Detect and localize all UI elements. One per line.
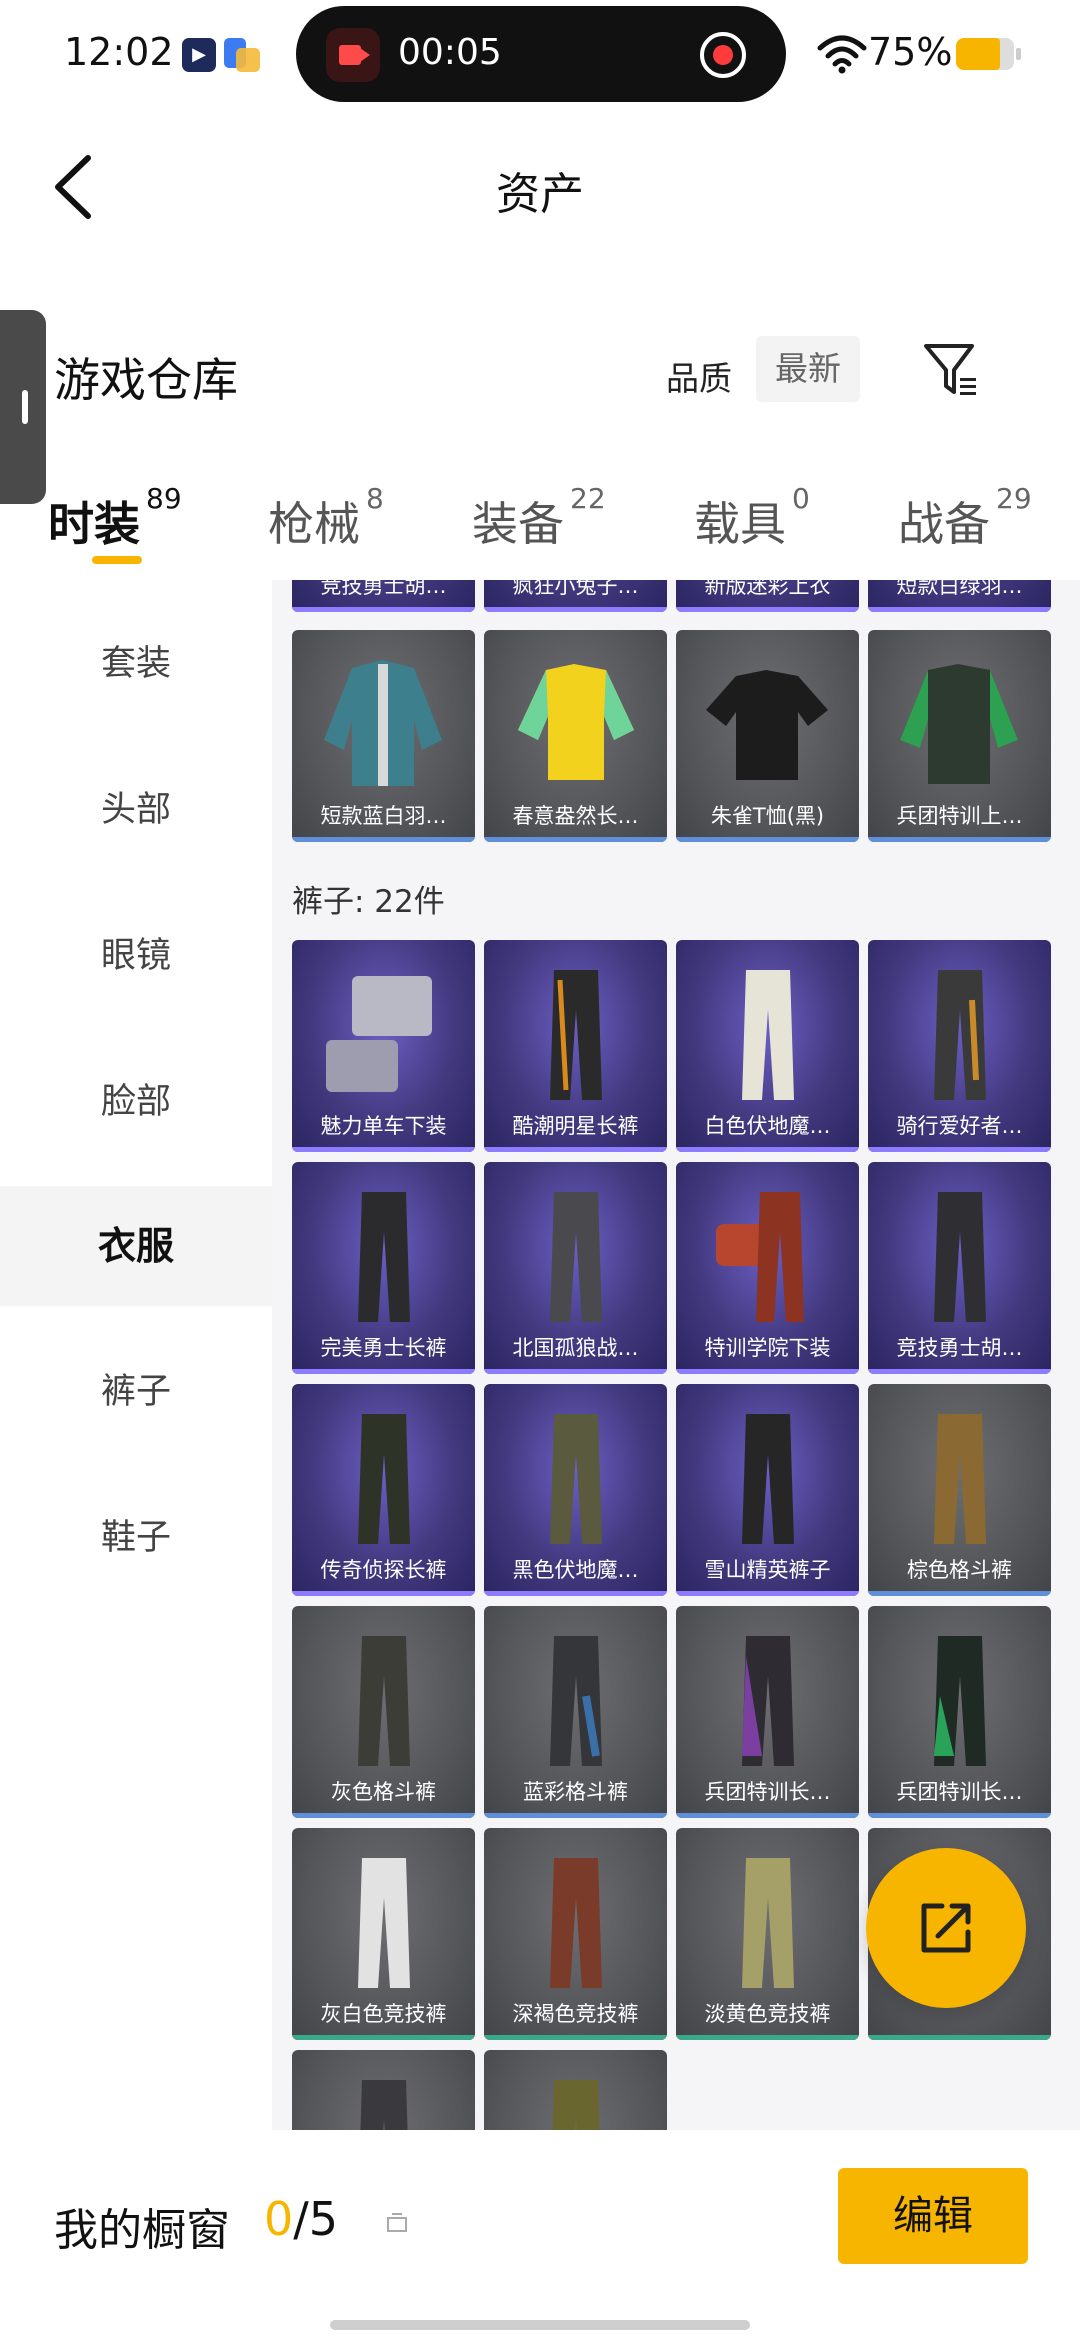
share-icon xyxy=(921,1903,971,1953)
pants-count-heading: 裤子: 22件 xyxy=(292,884,445,920)
item-card[interactable]: 朱雀T恤(黑) xyxy=(676,630,859,842)
item-name: 短款白绿羽… xyxy=(896,580,1023,598)
section-title: 游戏仓库 xyxy=(54,353,238,407)
item-card[interactable]: 深褐色竞技裤 xyxy=(484,1828,667,2040)
video-camera-icon xyxy=(326,28,380,82)
battery-icon xyxy=(956,38,1021,70)
item-card[interactable]: 淡黄色竞技裤 xyxy=(676,1828,859,2040)
showcase-label: 我的橱窗 xyxy=(54,2205,230,2256)
tab-supplies[interactable]: 战备 29 xyxy=(898,482,1032,554)
item-card[interactable]: 魅力单车下装 xyxy=(292,940,475,1152)
category-face[interactable]: 脸部 xyxy=(0,1042,272,1162)
category-pants[interactable]: 裤子 xyxy=(0,1332,272,1452)
item-name: 新版迷彩上衣 xyxy=(704,580,831,598)
info-icon[interactable] xyxy=(386,2212,408,2234)
tab-fashion[interactable]: 时装 89 xyxy=(48,482,182,554)
active-tab-indicator xyxy=(92,556,142,564)
wifi-icon xyxy=(817,35,867,74)
category-shoes[interactable]: 鞋子 xyxy=(0,1478,272,1598)
item-name: 春意盎然长… xyxy=(512,804,639,828)
tab-firearms[interactable]: 枪械 8 xyxy=(268,482,384,554)
item-name: 短款蓝白羽… xyxy=(320,804,447,828)
tab-equipment[interactable]: 装备 22 xyxy=(472,482,606,554)
item-card[interactable]: 新版迷彩上衣 xyxy=(676,580,859,612)
recording-time: 00:05 xyxy=(398,32,502,73)
category-tabs: 时装 89 枪械 8 装备 22 载具 0 战备 29 xyxy=(0,470,1080,580)
files-app-icon xyxy=(224,38,262,72)
battery-percent: 75% xyxy=(868,30,953,74)
item-card[interactable]: 灰色格斗裤 xyxy=(292,1606,475,1818)
status-bar: 12:02 ▶ 00:05 75% xyxy=(0,0,1080,110)
item-card[interactable]: 兵团特训长… xyxy=(868,1606,1051,1818)
quality-sort-button[interactable]: 品质 xyxy=(666,352,732,400)
screen-recording-pill[interactable]: 00:05 xyxy=(296,6,786,102)
item-name: 朱雀T恤(黑) xyxy=(710,804,825,828)
item-card[interactable]: 短款蓝白羽… xyxy=(292,630,475,842)
item-name: 骑行爱好者… xyxy=(896,1114,1023,1138)
item-name: 北国孤狼战… xyxy=(512,1336,639,1360)
item-card[interactable]: 棕色格斗裤 xyxy=(868,1384,1051,1596)
stop-recording-icon[interactable] xyxy=(700,32,746,78)
item-card[interactable]: 完美勇士长裤 xyxy=(292,1162,475,1374)
item-card[interactable]: 疯狂小兔子… xyxy=(484,580,667,612)
item-name: 白色伏地魔… xyxy=(704,1114,831,1138)
item-name: 灰白色竞技裤 xyxy=(320,2002,447,2026)
item-name: 黑色伏地魔… xyxy=(512,1558,639,1582)
showcase-count: 0/5 xyxy=(264,2192,339,2246)
item-card[interactable]: 白色伏地魔… xyxy=(676,940,859,1152)
category-sidebar: 套装 头部 眼镜 脸部 衣服 裤子 鞋子 xyxy=(0,590,272,2130)
item-card[interactable]: 春意盎然长… xyxy=(484,630,667,842)
item-card[interactable]: 兵团特训长… xyxy=(676,1606,859,1818)
item-name: 兵团特训上… xyxy=(896,804,1023,828)
home-indicator[interactable] xyxy=(330,2320,750,2330)
item-name: 兵团特训长… xyxy=(896,1780,1023,1804)
item-card[interactable]: 黑色伏地魔… xyxy=(484,1384,667,1596)
item-name: 酷潮明星长裤 xyxy=(512,1114,639,1138)
item-card[interactable]: 雪山精英裤子 xyxy=(676,1384,859,1596)
item-name: 蓝彩格斗裤 xyxy=(523,1780,628,1804)
item-card[interactable]: 兵团特训上… xyxy=(868,630,1051,842)
item-name: 灰色格斗裤 xyxy=(331,1780,436,1804)
edit-button[interactable]: 编辑 xyxy=(838,2168,1028,2264)
item-card[interactable]: 短款白绿羽… xyxy=(868,580,1051,612)
share-fab[interactable] xyxy=(866,1848,1026,2008)
item-card[interactable]: 酷潮明星长裤 xyxy=(484,940,667,1152)
item-name: 竞技勇士胡… xyxy=(320,580,447,598)
item-card[interactable]: 骑行爱好者… xyxy=(868,940,1051,1152)
category-outfit[interactable]: 套装 xyxy=(0,604,272,724)
item-name: 竞技勇士胡… xyxy=(896,1336,1023,1360)
video-app-icon: ▶ xyxy=(182,38,216,72)
category-glasses[interactable]: 眼镜 xyxy=(0,896,272,1016)
bottom-bar: 我的橱窗 0/5 编辑 xyxy=(0,2130,1080,2337)
item-card[interactable] xyxy=(292,2050,475,2130)
item-card[interactable]: 竞技勇士胡… xyxy=(868,1162,1051,1374)
item-card[interactable]: 传奇侦探长裤 xyxy=(292,1384,475,1596)
item-name: 淡黄色竞技裤 xyxy=(704,2002,831,2026)
category-clothes[interactable]: 衣服 xyxy=(0,1186,272,1306)
item-name: 疯狂小兔子… xyxy=(512,580,639,598)
item-card[interactable]: 蓝彩格斗裤 xyxy=(484,1606,667,1818)
item-name: 魅力单车下装 xyxy=(320,1114,447,1138)
category-head[interactable]: 头部 xyxy=(0,750,272,870)
item-card[interactable]: 北国孤狼战… xyxy=(484,1162,667,1374)
status-time: 12:02 xyxy=(64,30,174,74)
item-card[interactable]: 特训学院下装 xyxy=(676,1162,859,1374)
item-name: 雪山精英裤子 xyxy=(704,1558,831,1582)
tab-vehicles[interactable]: 载具 0 xyxy=(694,482,810,554)
pants-image xyxy=(552,2080,600,2130)
item-name: 深褐色竞技裤 xyxy=(512,2002,639,2026)
item-name: 兵团特训长… xyxy=(704,1780,831,1804)
item-card[interactable] xyxy=(484,2050,667,2130)
filter-icon[interactable] xyxy=(920,338,982,400)
item-name: 完美勇士长裤 xyxy=(320,1336,447,1360)
page-title: 资产 xyxy=(496,169,584,220)
item-name: 传奇侦探长裤 xyxy=(320,1558,447,1582)
pants-image xyxy=(360,2080,408,2130)
newest-sort-button[interactable]: 最新 xyxy=(756,336,860,402)
item-name: 特训学院下装 xyxy=(704,1336,831,1360)
item-card[interactable]: 灰白色竞技裤 xyxy=(292,1828,475,2040)
item-name: 棕色格斗裤 xyxy=(907,1558,1012,1582)
item-card[interactable]: 竞技勇士胡… xyxy=(292,580,475,612)
